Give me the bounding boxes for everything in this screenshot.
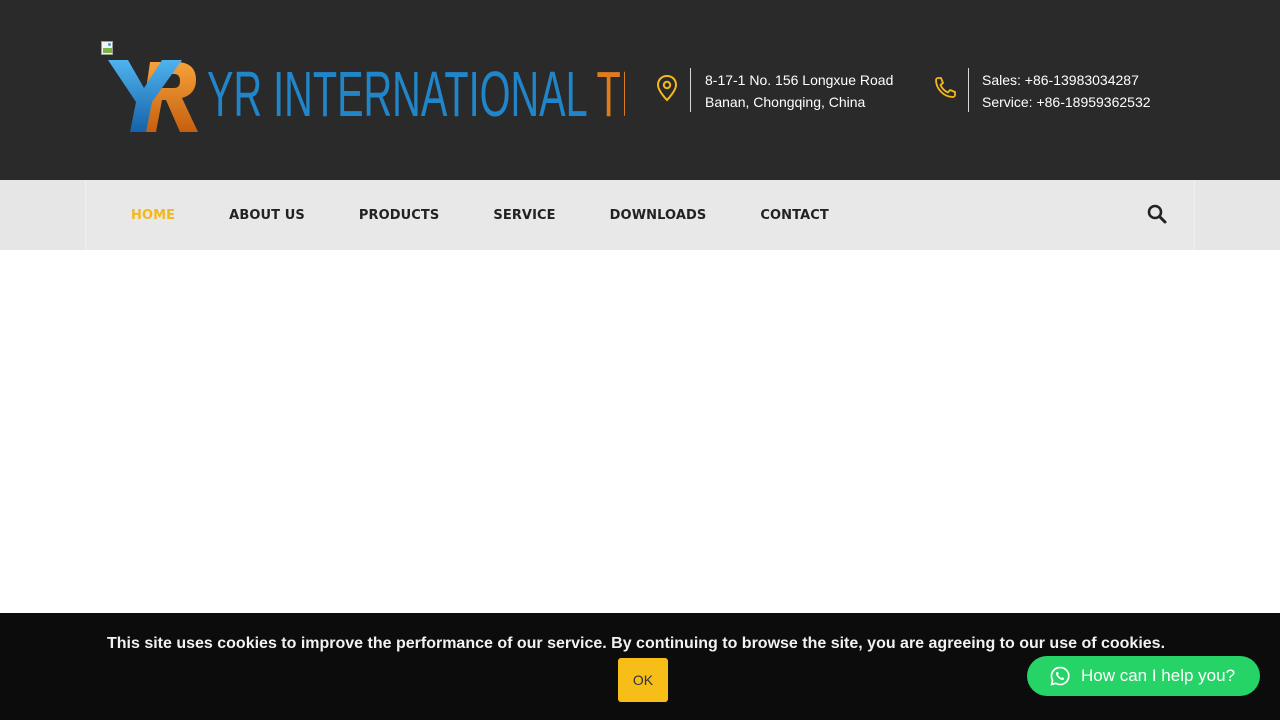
yr-monogram-icon bbox=[108, 60, 198, 132]
nav-item-about-us[interactable]: ABOUT US bbox=[229, 208, 305, 223]
phone-icon bbox=[935, 77, 956, 98]
site-header: YR INTERNATIONAL TRADING 8-17-1 No. 156 … bbox=[0, 0, 1280, 180]
nav-item-products[interactable]: PRODUCTS bbox=[359, 208, 440, 223]
nav-item-home[interactable]: HOME bbox=[131, 208, 175, 223]
sales-phone[interactable]: Sales: +86-13983034287 bbox=[982, 69, 1151, 91]
address-line-1: 8-17-1 No. 156 Longxue Road bbox=[705, 72, 894, 88]
nav-item-contact[interactable]: CONTACT bbox=[760, 208, 829, 223]
phone-block: Sales: +86-13983034287 Service: +86-1895… bbox=[932, 68, 1172, 112]
address-line-2: Banan, Chongqing, China bbox=[705, 94, 866, 110]
nav-item-service[interactable]: SERVICE bbox=[493, 208, 555, 223]
address-block: 8-17-1 No. 156 Longxue Road Banan, Chong… bbox=[656, 68, 906, 112]
site-logo[interactable]: YR INTERNATIONAL TRADING bbox=[100, 40, 630, 136]
nav-item-downloads[interactable]: DOWNLOADS bbox=[610, 208, 707, 223]
cookie-message: This site uses cookies to improve the pe… bbox=[106, 635, 1166, 652]
chat-label: How can I help you? bbox=[1081, 666, 1236, 685]
cookie-ok-button[interactable]: OK bbox=[618, 658, 668, 702]
map-pin-icon bbox=[656, 74, 678, 102]
search-icon[interactable] bbox=[1146, 203, 1168, 225]
logo-wordmark: YR INTERNATIONAL TRADING bbox=[207, 58, 625, 130]
service-phone[interactable]: Service: +86-18959362532 bbox=[982, 91, 1151, 113]
whatsapp-chat-button[interactable]: How can I help you? bbox=[1027, 656, 1260, 696]
whatsapp-icon bbox=[1050, 666, 1070, 686]
main-nav: HOME ABOUT US PRODUCTS SERVICE DOWNLOADS… bbox=[131, 180, 883, 250]
